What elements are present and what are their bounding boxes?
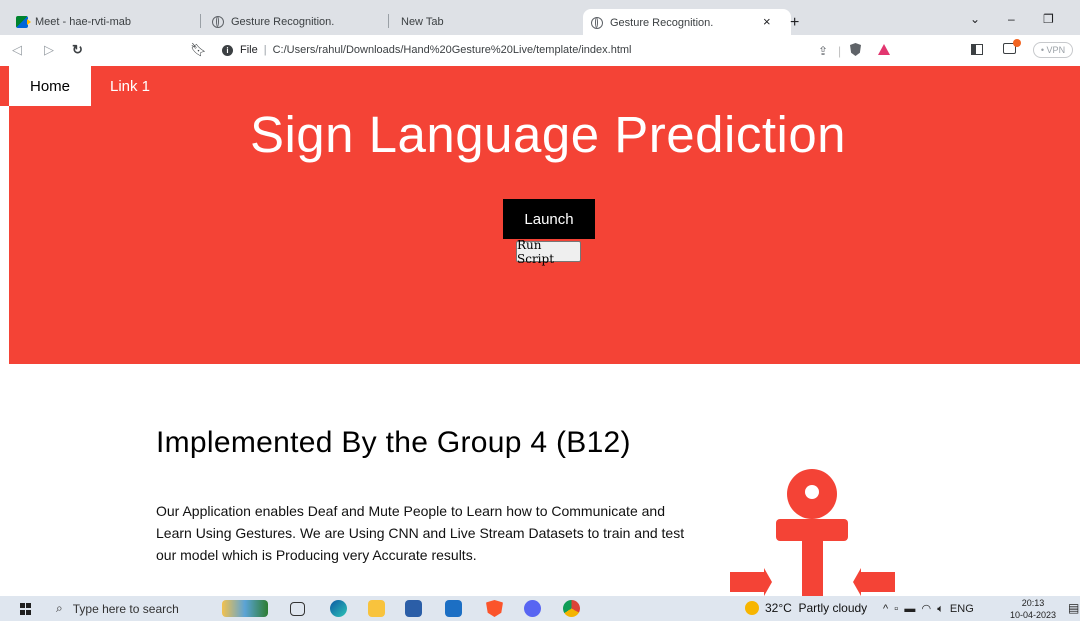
sidebar-toggle-icon[interactable] [971,44,983,55]
notification-dot [1013,39,1021,47]
divider: | [263,44,267,56]
edge-icon[interactable] [330,600,347,617]
chevron-up-icon[interactable]: ^ [883,603,888,615]
back-arrow-icon[interactable]: ◁ [12,42,22,58]
scheme-label: File [240,44,258,56]
bookmark-icon[interactable]: 🔖︎ [190,42,207,58]
brave-rewards-icon[interactable] [878,44,890,55]
battery-icon[interactable]: ▬ [904,603,915,615]
url-text[interactable]: C:/Users/rahul/Downloads/Hand%20Gesture%… [273,44,632,56]
brave-icon[interactable] [486,600,503,617]
tray-app-icon[interactable]: ▫ [894,603,898,615]
tab-label: Gesture Recognition. [231,16,335,28]
info-icon[interactable]: i [222,44,233,56]
nav-link-1[interactable]: Link 1 [91,66,169,106]
discord-icon[interactable] [524,600,541,617]
notifications-icon[interactable]: ▤ [1068,601,1079,615]
globe-icon [591,16,603,29]
windows-start-icon[interactable] [20,603,32,615]
tab-label: Meet - hae-rvti-mab [35,16,131,28]
task-view-icon[interactable] [290,602,305,616]
section-heading: Implemented By the Group 4 (B12) [156,426,631,459]
tab-new-tab[interactable]: New Tab [401,9,444,35]
restore-button[interactable]: ❐ [1043,12,1054,26]
hero-section: Sign Language Prediction Launch Run Scri… [9,106,1080,364]
vpn-button[interactable]: • VPN [1033,42,1073,58]
page-title: Sign Language Prediction [249,106,847,163]
new-tab-button[interactable]: + [790,14,799,32]
tab-search-dropdown-icon[interactable]: ⌄ [970,12,980,26]
file-explorer-icon[interactable] [368,600,385,617]
clock-time: 20:13 [1021,598,1045,608]
tab-label: New Tab [401,16,444,28]
reload-icon[interactable]: ↻ [72,42,83,58]
divider: | [838,44,842,58]
google-meet-icon [16,16,31,28]
weather-temp: 32°C [765,601,792,615]
system-tray[interactable]: ^ ▫ ▬ ◠ 🔈︎ ENG [883,602,974,616]
tab-label: Gesture Recognition. [610,16,714,29]
search-icon: ⌕ [56,601,63,615]
search-placeholder: Type here to search [72,601,179,616]
taskbar-clock[interactable]: 20:13 10-04-2023 [1010,597,1056,621]
tab-separator [200,14,201,28]
mail-icon[interactable] [445,600,462,617]
weather-desc: Partly cloudy [798,601,868,615]
taskbar-search[interactable]: ⌕ Type here to search [46,598,206,619]
wifi-icon[interactable]: ◠ [921,603,931,615]
address-bar[interactable]: i File | C:/Users/rahul/Downloads/Hand%2… [212,39,902,61]
weather-widget[interactable]: 32°C Partly cloudy [745,601,867,615]
chrome-icon[interactable] [563,600,580,617]
volume-icon[interactable]: 🔈︎ [937,603,944,615]
tab-meet[interactable]: Meet - hae-rvti-mab [16,9,131,35]
clock-date: 10-04-2023 [1010,610,1057,620]
language-indicator[interactable]: ENG [950,603,974,615]
store-icon[interactable] [405,600,422,617]
section-description: Our Application enables Deaf and Mute Pe… [156,503,685,563]
anchor-icon [730,469,895,596]
minimize-button[interactable]: – [1008,12,1015,26]
nav-home[interactable]: Home [9,66,91,106]
partly-cloudy-icon [745,601,759,615]
web-page: Home Link 1 Sign Language Prediction Lau… [0,66,1080,596]
site-navbar: Home Link 1 [0,66,1080,106]
globe-icon [212,16,224,28]
tab-gesture-recognition-active[interactable]: Gesture Recognition. × [583,9,791,36]
search-highlight-icon[interactable] [222,600,268,617]
tab-separator [388,14,389,28]
tab-gesture-recognition[interactable]: Gesture Recognition. [212,9,334,35]
forward-arrow-icon[interactable]: ▷ [44,42,54,58]
close-tab-icon[interactable]: × [763,14,771,29]
launch-button[interactable]: Launch [503,199,595,239]
browser-toolbar: ◁ ▷ ↻ 🔖︎ i File | C:/Users/rahul/Downloa… [0,35,1080,67]
share-icon[interactable]: ⇪ [818,44,828,58]
run-script-button[interactable]: Run Script [516,238,581,266]
windows-taskbar: ⌕ Type here to search 32°C Partly cloudy… [0,596,1080,621]
browser-tab-strip: Meet - hae-rvti-mab Gesture Recognition.… [0,0,1080,36]
